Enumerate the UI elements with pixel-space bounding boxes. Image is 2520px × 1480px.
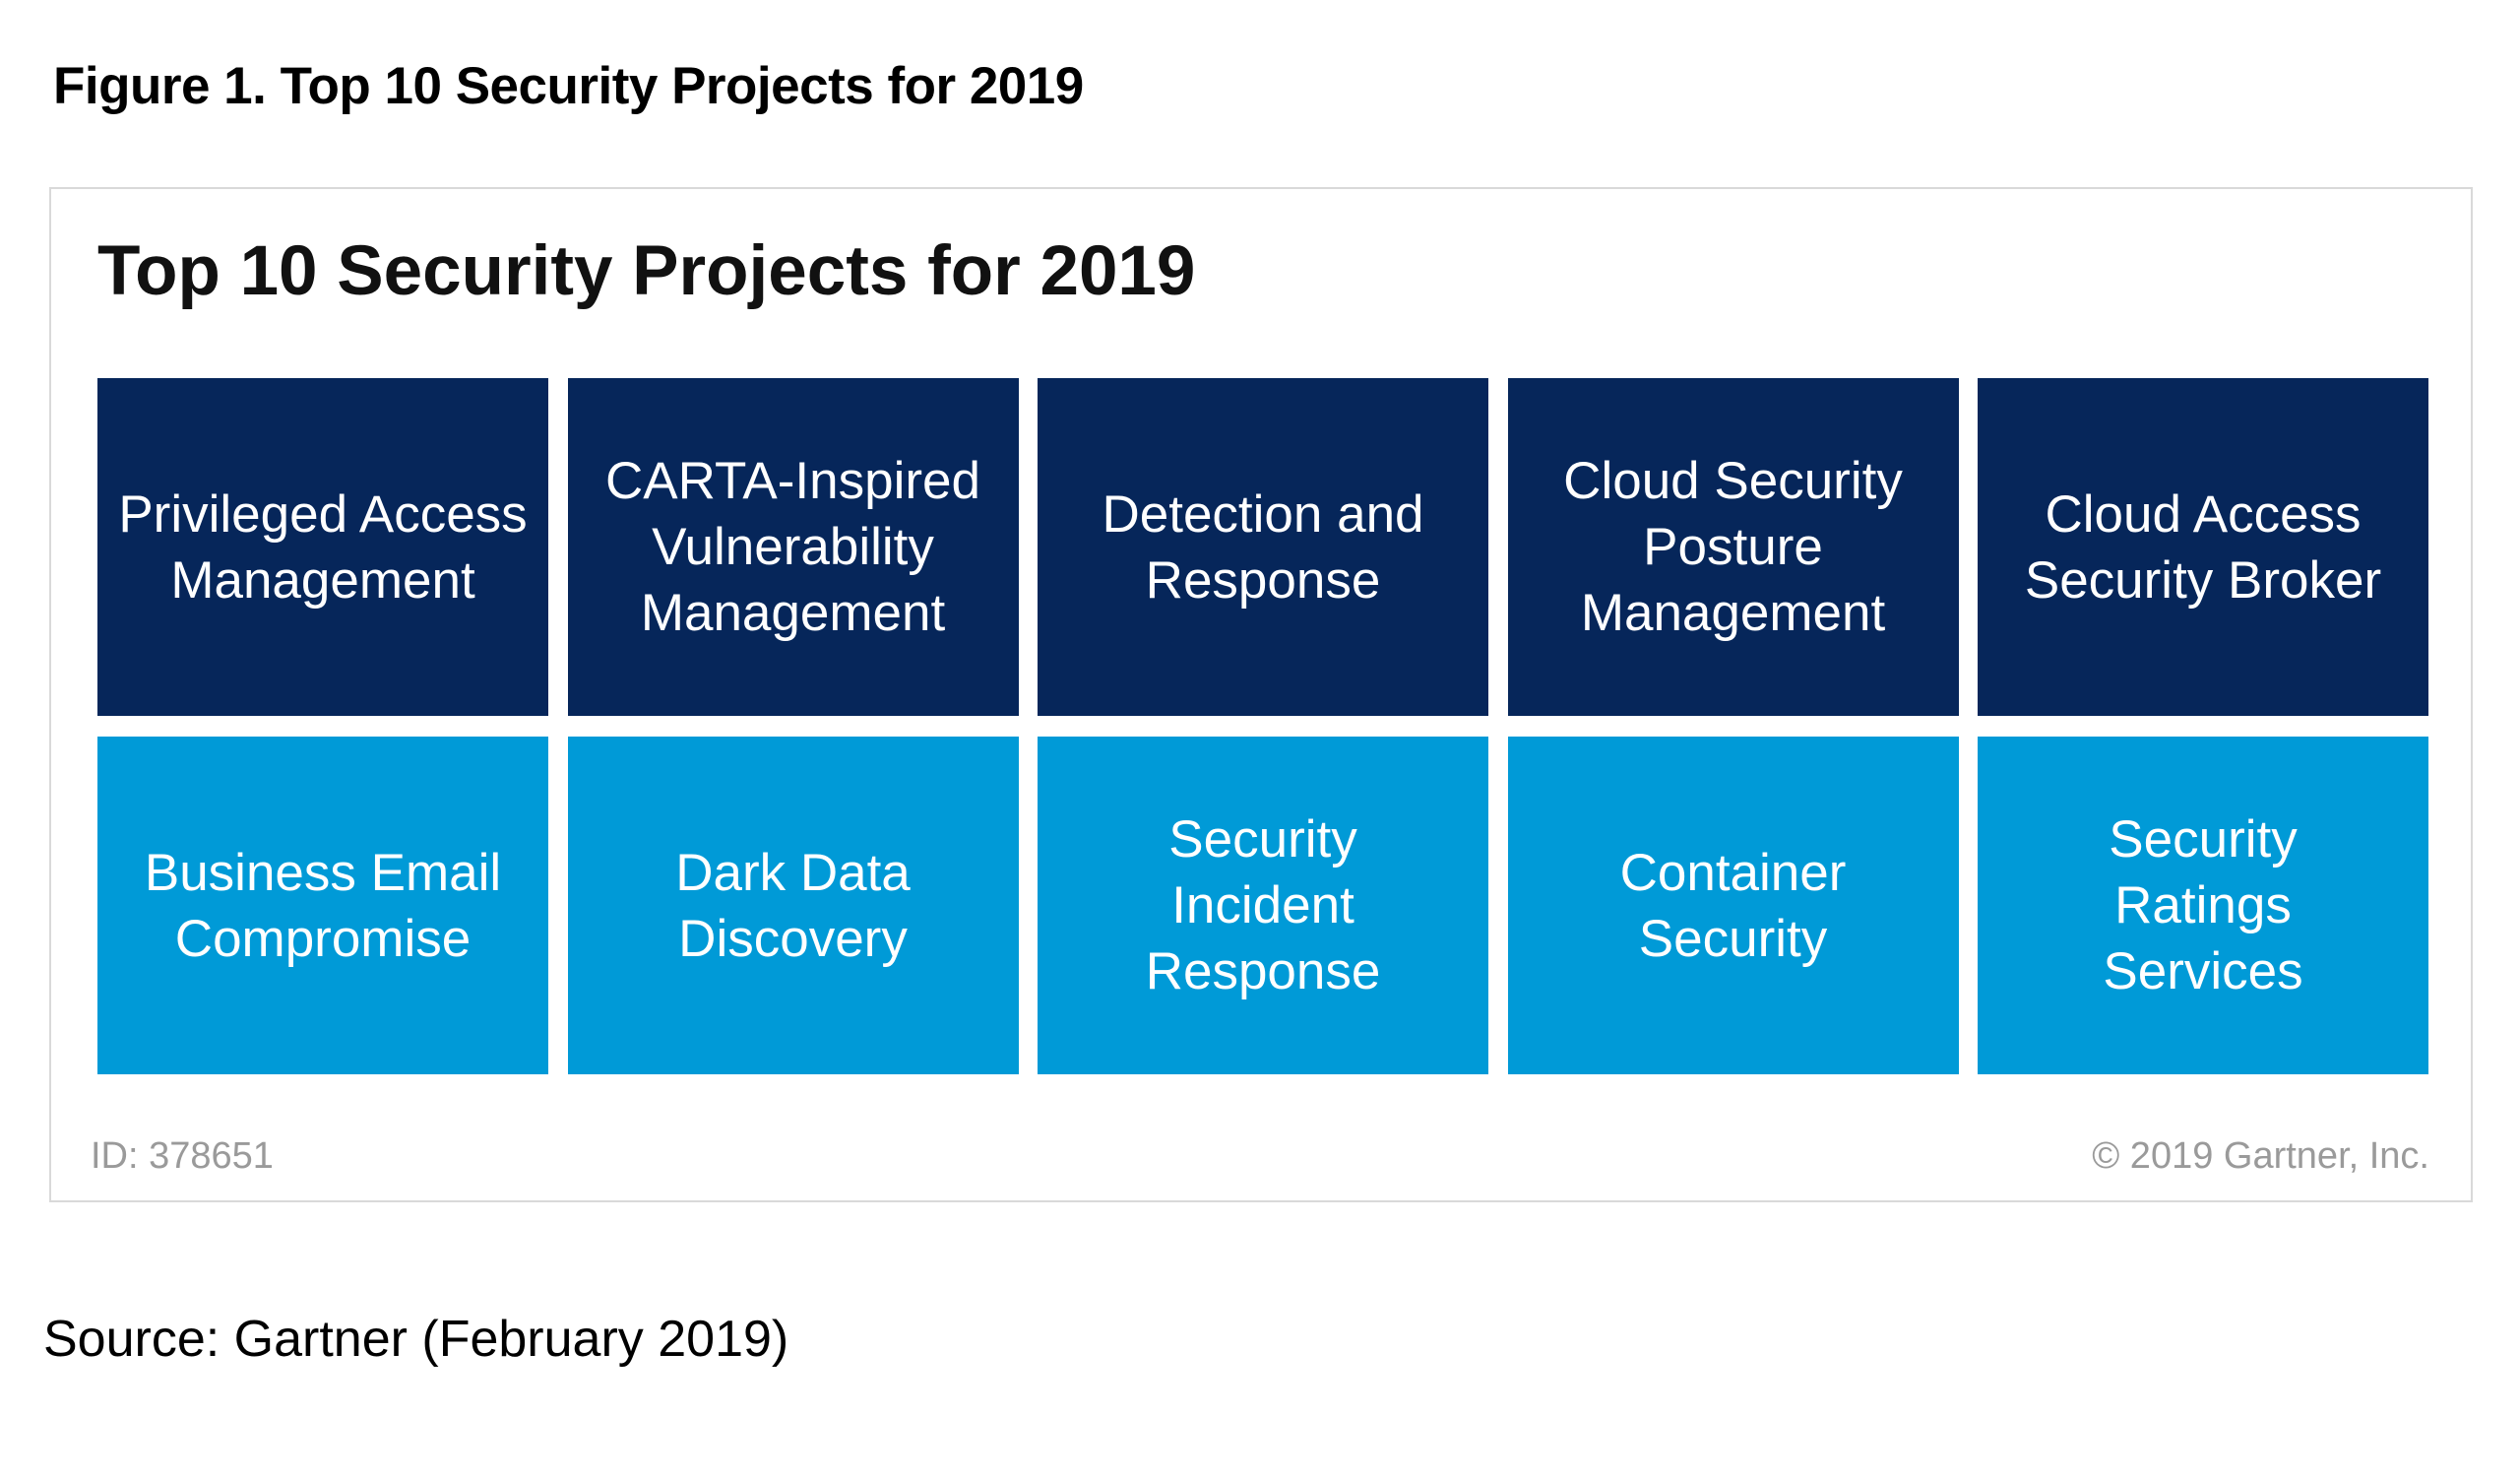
tile-label: Cloud Security Posture Management xyxy=(1563,452,1903,642)
projects-grid: Privileged Access Management CARTA-Inspi… xyxy=(97,378,2428,1074)
project-tile-detection-and-response: Detection and Response xyxy=(1038,378,1488,716)
project-tile-privileged-access-management: Privileged Access Management xyxy=(97,378,548,716)
project-tile-security-incident-response: Security Incident Response xyxy=(1038,737,1488,1074)
tile-label: Privileged Access Management xyxy=(118,484,528,610)
source-citation: Source: Gartner (February 2019) xyxy=(43,1311,789,1368)
figure-title: Top 10 Security Projects for 2019 xyxy=(97,232,1196,310)
project-tile-business-email-compromise: Business Email Compromise xyxy=(97,737,548,1074)
copyright-notice: © 2019 Gartner, Inc. xyxy=(2092,1135,2429,1177)
figure-id: ID: 378651 xyxy=(91,1135,274,1177)
tile-label: Cloud Access Security Broker xyxy=(2024,484,2382,610)
tile-label: Detection and Response xyxy=(1102,484,1424,610)
tile-label: Container Security xyxy=(1619,843,1847,968)
project-tile-cloud-access-security-broker: Cloud Access Security Broker xyxy=(1978,378,2428,716)
project-tile-cloud-security-posture-management: Cloud Security Posture Management xyxy=(1507,378,1959,716)
project-tile-container-security: Container Security xyxy=(1507,737,1959,1074)
tile-label: Security Ratings Services xyxy=(2103,810,2303,1000)
tile-label: CARTA-Inspired Vulnerability Management xyxy=(605,452,980,642)
figure-box: Top 10 Security Projects for 2019 Privil… xyxy=(49,187,2473,1202)
figure-caption: Figure 1. Top 10 Security Projects for 2… xyxy=(53,57,1084,115)
project-tile-dark-data-discovery: Dark Data Discovery xyxy=(567,737,1019,1074)
project-tile-carta-vulnerability-management: CARTA-Inspired Vulnerability Management xyxy=(567,378,1019,716)
tile-label: Security Incident Response xyxy=(1145,810,1381,1000)
tile-label: Business Email Compromise xyxy=(144,843,502,968)
project-tile-security-ratings-services: Security Ratings Services xyxy=(1978,737,2428,1074)
tile-label: Dark Data Discovery xyxy=(675,843,911,968)
